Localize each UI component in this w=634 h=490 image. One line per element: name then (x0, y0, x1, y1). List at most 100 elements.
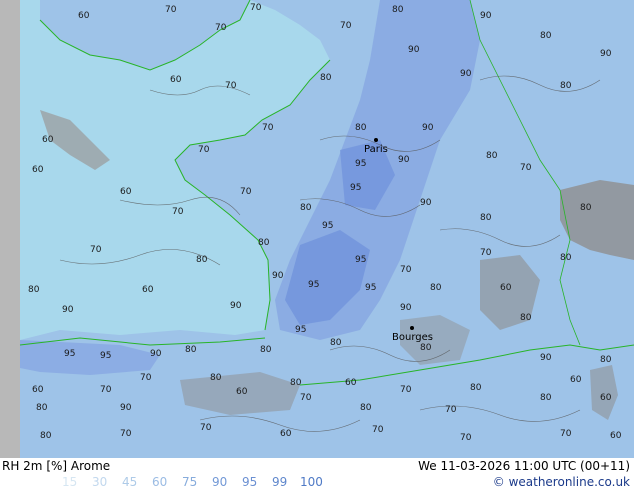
svg-text:90: 90 (600, 49, 612, 59)
svg-text:70: 70 (520, 163, 532, 173)
svg-text:70: 70 (460, 433, 472, 443)
legend-value-30: 30 (92, 475, 108, 489)
map-title: RH 2m [%] Arome (2, 459, 111, 473)
svg-text:90: 90 (420, 198, 432, 208)
svg-text:95: 95 (355, 159, 366, 169)
svg-text:90: 90 (272, 271, 284, 281)
svg-text:60: 60 (32, 385, 44, 395)
svg-text:80: 80 (540, 31, 552, 41)
city-label-paris: Paris (364, 144, 388, 155)
svg-text:95: 95 (365, 283, 376, 293)
svg-text:70: 70 (120, 429, 132, 439)
svg-text:80: 80 (196, 255, 208, 265)
svg-text:80: 80 (290, 378, 302, 388)
svg-text:80: 80 (540, 393, 552, 403)
svg-text:60: 60 (120, 187, 132, 197)
svg-text:80: 80 (355, 123, 367, 133)
svg-text:90: 90 (62, 305, 74, 315)
svg-text:70: 70 (340, 21, 352, 31)
svg-text:95: 95 (308, 280, 319, 290)
svg-text:60: 60 (280, 429, 292, 439)
legend-value-99: 99 (272, 475, 288, 489)
rh-map: 60 70 70 70 70 80 90 80 90 60 70 80 90 90 80 60 70 7… (0, 0, 634, 458)
svg-text:70: 70 (100, 385, 112, 395)
svg-text:80: 80 (185, 345, 197, 355)
svg-text:70: 70 (262, 123, 274, 133)
svg-text:80: 80 (470, 383, 482, 393)
svg-text:70: 70 (172, 207, 184, 217)
legend-value-75: 75 (182, 475, 198, 489)
svg-text:70: 70 (90, 245, 102, 255)
frame-left (0, 0, 20, 458)
legend-value-15: 15 (62, 475, 78, 489)
svg-text:90: 90 (398, 155, 410, 165)
svg-text:70: 70 (200, 423, 212, 433)
svg-text:60: 60 (570, 375, 582, 385)
svg-text:95: 95 (64, 349, 75, 359)
svg-text:60: 60 (78, 11, 90, 21)
city-label-bourges: Bourges (392, 332, 433, 343)
svg-text:95: 95 (322, 221, 333, 231)
svg-text:90: 90 (408, 45, 420, 55)
svg-text:95: 95 (295, 325, 306, 335)
svg-text:70: 70 (215, 23, 227, 33)
svg-text:80: 80 (560, 81, 572, 91)
svg-text:70: 70 (445, 405, 457, 415)
svg-text:70: 70 (165, 5, 177, 15)
svg-text:90: 90 (230, 301, 242, 311)
svg-text:80: 80 (392, 5, 404, 15)
svg-text:60: 60 (142, 285, 154, 295)
svg-text:60: 60 (500, 283, 512, 293)
legend-value-95: 95 (242, 475, 258, 489)
legend-value-60: 60 (152, 475, 168, 489)
svg-text:80: 80 (520, 313, 532, 323)
svg-text:70: 70 (480, 248, 492, 258)
svg-text:60: 60 (42, 135, 54, 145)
svg-text:80: 80 (258, 238, 270, 248)
svg-text:80: 80 (320, 73, 332, 83)
svg-text:60: 60 (32, 165, 44, 175)
svg-text:90: 90 (150, 349, 162, 359)
svg-text:90: 90 (540, 353, 552, 363)
svg-text:70: 70 (400, 265, 412, 275)
svg-text:70: 70 (372, 425, 384, 435)
svg-text:70: 70 (198, 145, 210, 155)
legend-value-90: 90 (212, 475, 228, 489)
svg-text:90: 90 (460, 69, 472, 79)
legend-value-100: 100 (300, 475, 323, 489)
svg-text:95: 95 (100, 351, 111, 361)
svg-text:80: 80 (360, 403, 372, 413)
svg-text:70: 70 (225, 81, 237, 91)
svg-text:80: 80 (300, 203, 312, 213)
svg-text:90: 90 (120, 403, 132, 413)
svg-text:80: 80 (480, 213, 492, 223)
svg-text:80: 80 (28, 285, 40, 295)
svg-text:70: 70 (400, 385, 412, 395)
site-credit-link[interactable]: © weatheronline.co.uk (493, 475, 630, 489)
svg-text:80: 80 (430, 283, 442, 293)
svg-text:80: 80 (40, 431, 52, 441)
svg-text:95: 95 (350, 183, 361, 193)
svg-text:70: 70 (250, 3, 262, 13)
svg-text:70: 70 (300, 393, 312, 403)
svg-text:70: 70 (140, 373, 152, 383)
svg-text:80: 80 (580, 203, 592, 213)
svg-text:80: 80 (330, 338, 342, 348)
svg-text:80: 80 (210, 373, 222, 383)
svg-text:70: 70 (560, 429, 572, 439)
svg-text:80: 80 (486, 151, 498, 161)
svg-text:60: 60 (610, 431, 622, 441)
svg-text:60: 60 (600, 393, 612, 403)
svg-text:60: 60 (236, 387, 248, 397)
svg-text:80: 80 (560, 253, 572, 263)
svg-text:60: 60 (345, 378, 357, 388)
svg-text:90: 90 (422, 123, 434, 133)
svg-text:80: 80 (260, 345, 272, 355)
forecast-timestamp: We 11-03-2026 11:00 UTC (00+11) (418, 459, 630, 473)
svg-text:80: 80 (420, 343, 432, 353)
legend-value-45: 45 (122, 475, 138, 489)
map-footer: RH 2m [%] Arome We 11-03-2026 11:00 UTC … (0, 458, 634, 490)
svg-text:95: 95 (355, 255, 366, 265)
svg-text:60: 60 (170, 75, 182, 85)
svg-text:80: 80 (36, 403, 48, 413)
